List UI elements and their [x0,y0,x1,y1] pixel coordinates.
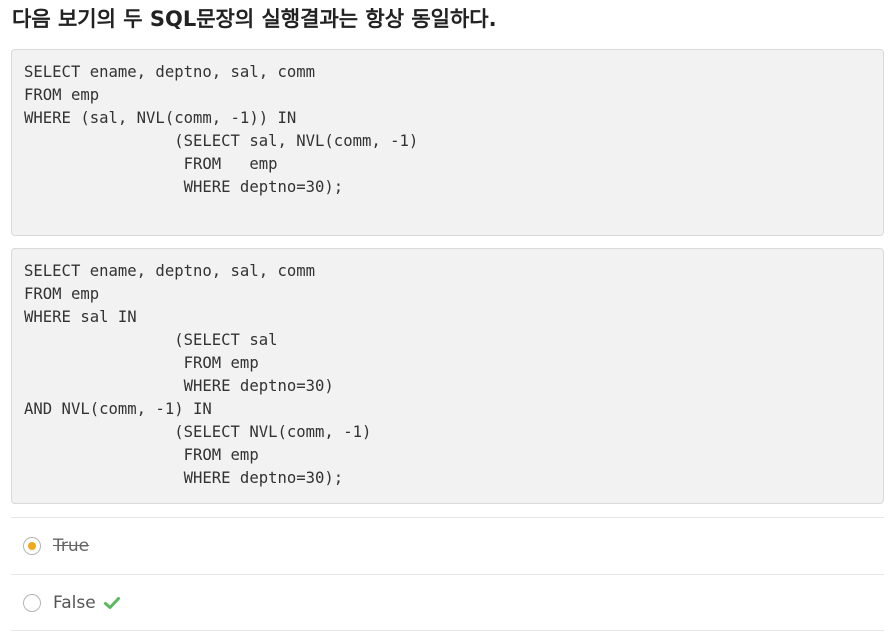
question-title: 다음 보기의 두 SQL문장의 실행결과는 항상 동일하다. [12,7,497,31]
code-line: (SELECT NVL(comm, -1) [24,423,372,441]
option-divider [11,630,884,631]
code-line: (SELECT sal, NVL(comm, -1) [24,132,419,150]
code-line: WHERE (sal, NVL(comm, -1)) IN [24,109,297,127]
radio-selected-icon[interactable] [23,537,41,555]
code-line: AND NVL(comm, -1) IN [24,400,212,418]
option-true[interactable]: True [11,518,884,574]
code-line: FROM emp [24,354,259,372]
code-line: WHERE sal IN [24,308,137,326]
radio-unselected-icon[interactable] [23,594,41,612]
code-line: SELECT ename, deptno, sal, comm [24,262,316,280]
code-line: SELECT ename, deptno, sal, comm [24,63,316,81]
check-icon [103,597,120,609]
code-line: FROM emp [24,446,259,464]
option-label-false: False [53,593,96,613]
code-line: (SELECT sal [24,331,278,349]
code-line: FROM emp [24,155,278,173]
code-block-2: SELECT ename, deptno, sal, comm FROM emp… [11,248,884,504]
code-block-1: SELECT ename, deptno, sal, comm FROM emp… [11,49,884,236]
option-false[interactable]: False [11,575,884,631]
code-line: WHERE deptno=30) [24,377,334,395]
code-line: WHERE deptno=30); [24,178,344,196]
code-line: FROM emp [24,86,100,104]
code-line: WHERE deptno=30); [24,469,344,487]
option-label-true: True [53,536,90,556]
code-line: FROM emp [24,285,100,303]
